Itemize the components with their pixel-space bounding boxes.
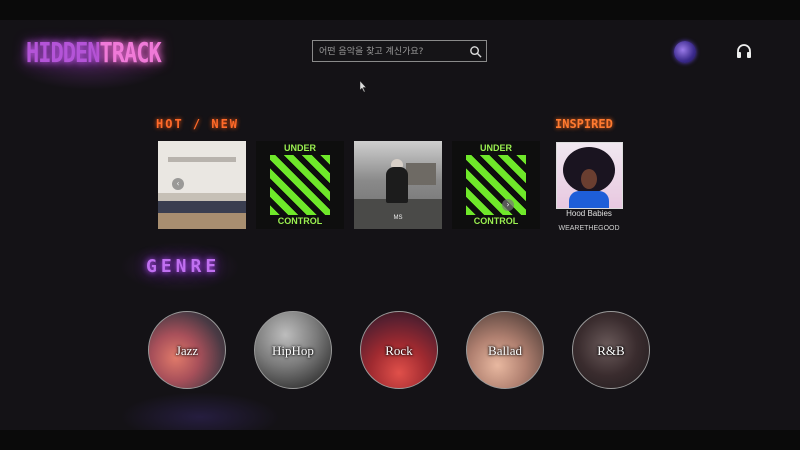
avatar[interactable] [674, 41, 696, 63]
next-section-glow [120, 392, 280, 430]
genre-label: Jazz [175, 343, 199, 358]
genre-jazz[interactable]: Jazz [148, 311, 226, 389]
genre-label: R&B [597, 343, 625, 358]
logo[interactable]: HIDDENTRACK [26, 38, 162, 70]
album-title-top: UNDER [479, 143, 512, 153]
genre-hiphop[interactable]: HipHop [254, 311, 332, 389]
album-art-shirt [569, 191, 609, 208]
logo-text-hidden: HIDDEN [26, 38, 100, 70]
search-icon[interactable] [469, 45, 482, 58]
carousel-prev-button[interactable]: ‹ [172, 178, 184, 190]
album-card[interactable]: UNDER CONTROL [256, 141, 344, 229]
headphones-icon[interactable] [736, 43, 752, 59]
album-caption-bar [168, 157, 236, 162]
genre-rnb[interactable]: R&B [572, 311, 650, 389]
inspired-album-cover[interactable] [556, 142, 623, 209]
inspired-title: INSPIRED [555, 117, 613, 131]
album-art-face [581, 169, 597, 189]
genre-rock[interactable]: Rock [360, 311, 438, 389]
album-title-top: UNDER [283, 143, 316, 153]
hot-new-title: HOT / NEW [156, 117, 240, 131]
album-title-bottom: CONTROL [277, 216, 323, 226]
genre-title: GENRE [146, 256, 221, 277]
album-art-stripe [158, 213, 246, 229]
album-art-ground [354, 199, 442, 229]
album-card[interactable]: MS [354, 141, 442, 229]
inspired-track-name[interactable]: Hood Babies [556, 209, 622, 218]
mouse-cursor-icon [360, 81, 367, 92]
app: HIDDENTRACK HOT / NEW INSPIRED ‹ UNDER C… [0, 20, 800, 430]
inspired-artist-name[interactable]: WEARETHEGOOD [556, 225, 622, 232]
bottom-letterbox [0, 430, 800, 450]
album-card[interactable]: ‹ [158, 141, 246, 229]
top-letterbox [0, 0, 800, 20]
album-art [270, 155, 330, 215]
genre-label: HipHop [272, 343, 314, 358]
carousel-next-button[interactable]: › [502, 199, 514, 211]
album-art [466, 155, 526, 215]
album-card[interactable]: UNDER CONTROL › [452, 141, 540, 229]
album-art-stripe [158, 201, 246, 213]
album-title-bottom: CONTROL [473, 216, 519, 226]
search-input[interactable] [317, 42, 471, 62]
album-caption: MS [393, 215, 403, 221]
album-art-stripe [158, 193, 246, 201]
genre-label: Ballad [488, 343, 522, 358]
search-bar [312, 40, 487, 62]
logo-text-track: TRACK [99, 38, 161, 70]
genre-ballad[interactable]: Ballad [466, 311, 544, 389]
genre-label: Rock [385, 343, 413, 358]
album-art-person [386, 167, 408, 203]
album-art-house [406, 163, 436, 185]
